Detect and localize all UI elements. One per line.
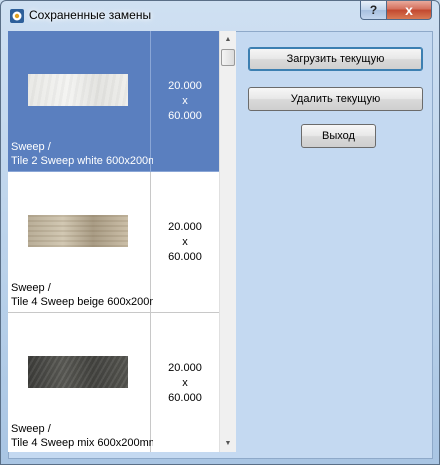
- scroll-thumb[interactable]: [221, 49, 235, 66]
- help-icon: ?: [369, 3, 378, 17]
- item-name: Tile 2 Sweep white 600x200mm: [11, 155, 153, 167]
- exit-button[interactable]: Выход: [301, 124, 376, 148]
- size-separator: x: [182, 94, 188, 107]
- scroll-up-icon[interactable]: ▲: [220, 31, 236, 48]
- item-label: Sweep / Tile 4 Sweep mix 600x200mm: [11, 422, 153, 450]
- window-title: Сохраненные замены: [29, 8, 152, 22]
- tile-mix-icon: [28, 356, 128, 388]
- load-current-button[interactable]: Загрузить текущую: [248, 47, 423, 71]
- size-height: 60.000: [168, 109, 202, 122]
- preview-cell[interactable]: Sweep / Tile 4 Sweep beige 600x200mm: [8, 172, 153, 313]
- list-item[interactable]: Sweep / Tile 2 Sweep white 600x200mm 20.…: [8, 31, 219, 172]
- title-bar[interactable]: Сохраненные замены ? x: [1, 1, 439, 31]
- help-button[interactable]: ?: [360, 1, 387, 20]
- size-cell[interactable]: 20.000 x 60.000: [151, 172, 219, 313]
- item-group: Sweep /: [11, 282, 51, 294]
- list-scrollbar[interactable]: ▲ ▼: [219, 31, 236, 452]
- scroll-down-icon[interactable]: ▼: [220, 435, 236, 452]
- preview-cell[interactable]: Sweep / Tile 4 Sweep mix 600x200mm: [8, 313, 153, 452]
- tile-beige-icon: [28, 215, 128, 247]
- delete-current-button[interactable]: Удалить текущую: [248, 87, 423, 111]
- tile-white-icon: [28, 74, 128, 106]
- list-item[interactable]: Sweep / Tile 4 Sweep beige 600x200mm 20.…: [8, 172, 219, 313]
- preview-cell[interactable]: Sweep / Tile 2 Sweep white 600x200mm: [8, 31, 153, 172]
- item-group: Sweep /: [11, 141, 51, 153]
- size-cell[interactable]: 20.000 x 60.000: [151, 313, 219, 452]
- size-separator: x: [182, 376, 188, 389]
- size-cell[interactable]: 20.000 x 60.000: [151, 31, 219, 172]
- list-item[interactable]: Sweep / Tile 4 Sweep mix 600x200mm 20.00…: [8, 313, 219, 452]
- item-name: Tile 4 Sweep beige 600x200mm: [11, 296, 153, 308]
- item-label: Sweep / Tile 4 Sweep beige 600x200mm: [11, 281, 153, 309]
- close-icon: x: [405, 2, 413, 18]
- size-width: 20.000: [168, 361, 202, 374]
- size-height: 60.000: [168, 250, 202, 263]
- size-separator: x: [182, 235, 188, 248]
- size-width: 20.000: [168, 79, 202, 92]
- size-height: 60.000: [168, 391, 202, 404]
- item-name: Tile 4 Sweep mix 600x200mm: [11, 437, 153, 449]
- replacements-list[interactable]: Sweep / Tile 2 Sweep white 600x200mm 20.…: [8, 31, 219, 452]
- size-width: 20.000: [168, 220, 202, 233]
- item-label: Sweep / Tile 2 Sweep white 600x200mm: [11, 140, 153, 168]
- item-group: Sweep /: [11, 423, 51, 435]
- close-button[interactable]: x: [386, 1, 432, 20]
- app-icon: [10, 9, 24, 23]
